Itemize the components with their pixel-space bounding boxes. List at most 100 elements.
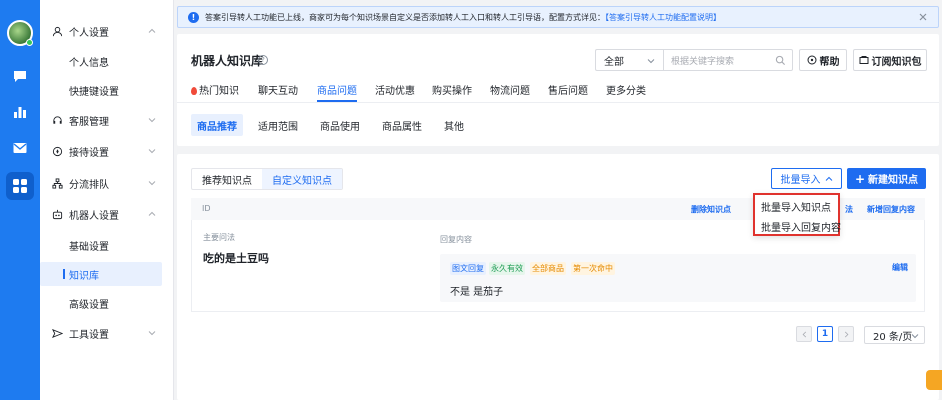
help-button[interactable]: 帮助 bbox=[799, 49, 847, 71]
sidebar-item-label: 知识库 bbox=[69, 270, 99, 282]
mail-icon[interactable] bbox=[10, 138, 30, 158]
tag-all-products: 全部商品 bbox=[530, 262, 566, 275]
tab-logistics[interactable]: 物流问题 bbox=[490, 82, 530, 97]
sidebar-group-personal[interactable]: 个人设置 bbox=[40, 20, 174, 42]
package-icon bbox=[859, 56, 868, 64]
plus-icon: + bbox=[854, 171, 866, 186]
fire-icon bbox=[191, 87, 197, 95]
chevron-left-icon bbox=[802, 331, 806, 337]
sidebar-group-robot[interactable]: 机器人设置 bbox=[40, 203, 174, 225]
close-icon[interactable] bbox=[918, 12, 928, 22]
user-icon bbox=[51, 25, 63, 37]
app-rail bbox=[0, 0, 40, 400]
batch-import-button[interactable]: 批量导入 bbox=[771, 168, 842, 189]
sidebar-group-service[interactable]: 客服管理 bbox=[40, 109, 174, 131]
chevron-down-icon bbox=[148, 118, 156, 123]
active-indicator bbox=[63, 269, 65, 279]
search-input[interactable]: 根据关键字搜索 bbox=[663, 49, 793, 71]
divider bbox=[177, 102, 939, 103]
batch-import-label: 批量导入 bbox=[780, 175, 821, 186]
subtab-attributes[interactable]: 商品属性 bbox=[376, 114, 428, 136]
tab-more[interactable]: 更多分类 bbox=[606, 82, 646, 97]
sidebar-item-profile[interactable]: 个人信息 bbox=[40, 49, 162, 73]
chevron-down-icon bbox=[647, 59, 655, 64]
subtab-usage[interactable]: 商品使用 bbox=[314, 114, 366, 136]
knowledge-list-card: 推荐知识点 自定义知识点 批量导入 + 新建知识点 ID 删除知识点 法 新增回… bbox=[177, 154, 939, 400]
next-page-button[interactable] bbox=[838, 326, 854, 342]
robot-icon bbox=[51, 208, 63, 220]
headset-icon bbox=[51, 114, 63, 126]
search-icon[interactable] bbox=[775, 55, 786, 66]
chevron-down-icon bbox=[148, 181, 156, 186]
bar-chart-icon[interactable] bbox=[10, 102, 30, 122]
announcement-text: 答案引导转人工功能已上线，商家可为每个知识场景自定义是否添加转人工入口和转人工引… bbox=[205, 12, 605, 22]
header-card: 机器人知识库 ? 全部 根据关键字搜索 帮助 订阅知识包 热门知识 聊天互动 商… bbox=[177, 34, 939, 146]
chevron-down-icon bbox=[148, 331, 156, 336]
tag-rich-reply: 图文回复 bbox=[450, 262, 486, 275]
sidebar-group-reception[interactable]: 接待设置 bbox=[40, 140, 174, 162]
sidebar-item-knowledge-base[interactable]: 知识库 bbox=[40, 262, 162, 286]
prev-page-button[interactable] bbox=[796, 326, 812, 342]
tab-label: 热门知识 bbox=[199, 86, 239, 97]
announcement-banner: ! 答案引导转人工功能已上线，商家可为每个知识场景自定义是否添加转人工入口和转人… bbox=[177, 6, 939, 28]
add-reply-link[interactable]: 新增回复内容 bbox=[867, 204, 915, 215]
sidebar-item-shortcuts[interactable]: 快捷键设置 bbox=[40, 78, 162, 102]
grid-apps-icon[interactable] bbox=[6, 172, 34, 200]
search-placeholder: 根据关键字搜索 bbox=[671, 56, 735, 67]
tab-product[interactable]: 商品问题 bbox=[317, 82, 357, 102]
tab-after-sales[interactable]: 售后问题 bbox=[548, 82, 588, 97]
new-knowledge-button[interactable]: + 新建知识点 bbox=[847, 168, 926, 189]
tab-purchase[interactable]: 购买操作 bbox=[432, 82, 472, 97]
page-number-current[interactable]: 1 bbox=[817, 326, 833, 342]
tab-promotions[interactable]: 活动优惠 bbox=[375, 82, 415, 97]
tab-label: 商品问题 bbox=[317, 86, 357, 97]
category-select-value: 全部 bbox=[604, 56, 624, 68]
menu-item-import-knowledge[interactable]: 批量导入知识点 bbox=[761, 199, 831, 214]
tab-chat[interactable]: 聊天互动 bbox=[258, 82, 298, 97]
column-id: ID bbox=[202, 204, 211, 213]
page-title: 机器人知识库 bbox=[191, 54, 264, 68]
question-label: 主要问法 bbox=[203, 233, 235, 242]
subtab-scope[interactable]: 适用范围 bbox=[252, 114, 304, 136]
sidebar-group-queue[interactable]: 分流排队 bbox=[40, 172, 174, 194]
compass-icon bbox=[51, 145, 63, 157]
announcement-link[interactable]: 【答案引导转人工功能配置说明】 bbox=[605, 13, 721, 22]
tab-hot[interactable]: 热门知识 bbox=[191, 82, 239, 97]
reply-text: 不是 是茄子 bbox=[450, 287, 504, 298]
org-icon bbox=[51, 177, 63, 189]
question-icon[interactable]: ? bbox=[258, 55, 268, 65]
reply-label: 回复内容 bbox=[440, 235, 472, 244]
chevron-up-icon bbox=[148, 28, 156, 33]
chevron-down-icon bbox=[148, 149, 156, 154]
info-icon: ! bbox=[188, 11, 199, 23]
sidebar-item-basic[interactable]: 基础设置 bbox=[40, 233, 162, 257]
knowledge-type-segment: 推荐知识点 自定义知识点 bbox=[191, 168, 343, 190]
sidebar-group-tools[interactable]: 工具设置 bbox=[40, 322, 174, 344]
sidebar: 个人设置 个人信息 快捷键设置 客服管理 接待设置 分流排队 机器人设置 基础设… bbox=[40, 0, 174, 400]
sidebar-item-advanced[interactable]: 高级设置 bbox=[40, 291, 162, 315]
edit-reply-link[interactable]: 编辑 bbox=[892, 262, 908, 273]
new-knowledge-label: 新建知识点 bbox=[868, 175, 919, 186]
chevron-down-icon bbox=[911, 334, 919, 339]
page-size-select[interactable]: 20 条/页 bbox=[864, 326, 925, 344]
chevron-up-icon bbox=[825, 176, 832, 181]
menu-item-import-replies[interactable]: 批量导入回复内容 bbox=[761, 219, 841, 234]
floating-assistant-button[interactable] bbox=[926, 370, 942, 390]
segment-recommended[interactable]: 推荐知识点 bbox=[192, 169, 262, 189]
subtab-recommend[interactable]: 商品推荐 bbox=[191, 114, 243, 136]
batch-import-menu: 批量导入知识点 批量导入回复内容 bbox=[753, 193, 841, 236]
delete-knowledge-link[interactable]: 删除知识点 bbox=[691, 204, 731, 215]
question-text: 吃的是土豆吗 bbox=[203, 252, 269, 265]
chevron-right-icon bbox=[844, 331, 848, 337]
chat-bubble-icon[interactable] bbox=[10, 66, 30, 86]
reply-box: 图文回复 永久有效 全部商品 第一次命中 编辑 不是 是茄子 bbox=[440, 254, 916, 302]
category-select[interactable]: 全部 bbox=[595, 49, 663, 71]
tag-permanent: 永久有效 bbox=[489, 262, 525, 275]
send-icon bbox=[51, 327, 63, 339]
partial-action-link[interactable]: 法 bbox=[845, 204, 853, 215]
subscribe-button-label: 订阅知识包 bbox=[871, 56, 922, 68]
subtab-other[interactable]: 其他 bbox=[438, 114, 470, 136]
subscribe-knowledge-button[interactable]: 订阅知识包 bbox=[853, 49, 927, 71]
segment-custom[interactable]: 自定义知识点 bbox=[262, 169, 342, 189]
help-button-label: 帮助 bbox=[819, 56, 840, 68]
